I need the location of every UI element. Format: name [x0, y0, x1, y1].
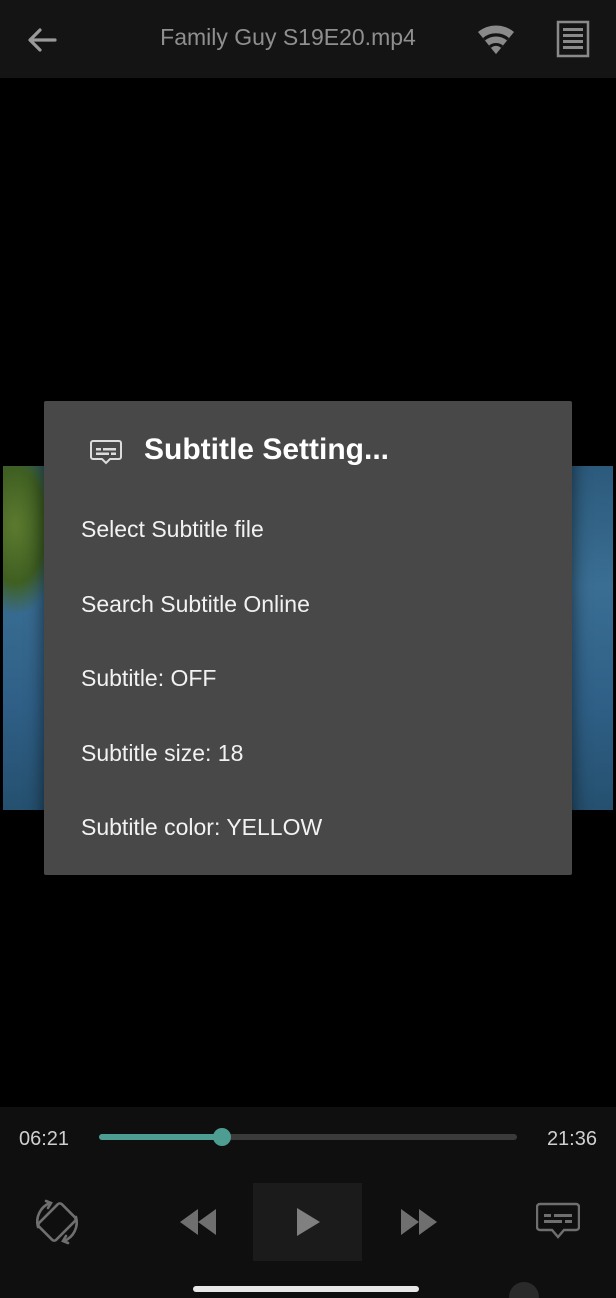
seek-progress	[99, 1134, 222, 1140]
subtitles-icon	[536, 1202, 580, 1239]
search-subtitle-online-option[interactable]: Search Subtitle Online	[44, 567, 572, 641]
subtitle-toggle-option[interactable]: Subtitle: OFF	[44, 641, 572, 715]
back-button[interactable]	[22, 22, 62, 58]
dialog-header: Subtitle Setting...	[44, 401, 572, 501]
screen-rotate-icon	[36, 1199, 78, 1245]
current-time: 06:21	[19, 1128, 70, 1150]
wifi-icon	[478, 25, 514, 54]
playlist-menu-button[interactable]	[556, 20, 590, 58]
wifi-button[interactable]	[474, 20, 518, 56]
fast-forward-icon	[401, 1209, 437, 1235]
option-label: Select Subtitle file	[81, 515, 264, 542]
list-menu-icon	[556, 20, 590, 58]
play-button[interactable]	[253, 1183, 362, 1261]
option-label: Subtitle color: YELLOW	[81, 813, 323, 840]
home-indicator[interactable]	[193, 1286, 419, 1292]
rotate-screen-button[interactable]	[30, 1197, 84, 1247]
option-label: Subtitle size: 18	[81, 739, 244, 766]
seek-bar[interactable]	[99, 1128, 517, 1146]
option-label: Subtitle: OFF	[81, 664, 217, 691]
play-icon	[296, 1208, 320, 1236]
select-subtitle-file-option[interactable]: Select Subtitle file	[44, 492, 572, 566]
dialog-title: Subtitle Setting...	[144, 433, 389, 466]
video-title: Family Guy S19E20.mp4	[160, 24, 416, 50]
subtitle-size-option[interactable]: Subtitle size: 18	[44, 716, 572, 790]
subtitles-icon	[90, 439, 122, 465]
subtitles-button[interactable]	[534, 1199, 582, 1243]
option-label: Search Subtitle Online	[81, 590, 310, 617]
player-controls: 06:21 21:36	[0, 1107, 616, 1298]
rewind-icon	[180, 1209, 216, 1235]
top-app-bar: Family Guy S19E20.mp4	[0, 0, 616, 78]
arrow-left-icon	[28, 28, 57, 52]
subtitle-settings-dialog: Subtitle Setting... Select Subtitle file…	[44, 401, 572, 875]
subtitle-color-option[interactable]: Subtitle color: YELLOW	[44, 790, 572, 864]
fast-forward-button[interactable]	[397, 1205, 441, 1239]
seek-thumb[interactable]	[212, 1128, 231, 1146]
rewind-button[interactable]	[176, 1205, 220, 1239]
duration: 21:36	[546, 1128, 597, 1150]
